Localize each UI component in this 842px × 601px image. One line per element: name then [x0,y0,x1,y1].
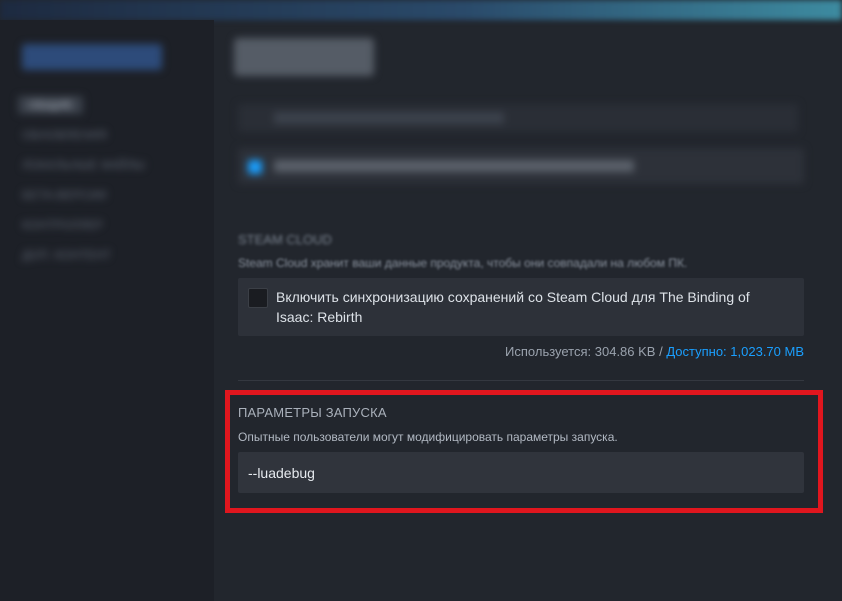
steam-cloud-title: STEAM CLOUD [238,232,332,247]
cloud-usage-info: Используется: 304.86 KB / Доступно: 1,02… [505,344,804,359]
sidebar-item-dlc[interactable]: ДОП. КОНТЕНТ [22,246,214,264]
sidebar: ОБЩИЕ ОБНОВЛЕНИЯ ЛОКАЛЬНЫЕ ФАЙЛЫ БЕТА-ВЕ… [0,20,214,601]
checkbox-checked-icon [248,160,262,174]
highlight-box [225,390,823,513]
game-logo [22,44,162,70]
sidebar-item-betas[interactable]: БЕТА-ВЕРСИИ [22,186,214,204]
window-top-gradient [0,0,842,20]
cloud-usage-available: Доступно: 1,023.70 MB [666,344,804,359]
settings-checkbox-label [274,160,634,172]
sidebar-item-controller[interactable]: КОНТРОЛЛЕР [22,216,214,234]
page-title [234,38,374,76]
steam-cloud-sync-option[interactable]: Включить синхронизацию сохранений со Ste… [238,278,804,336]
steam-cloud-checkbox-label: Включить синхронизацию сохранений со Ste… [276,289,750,325]
steam-cloud-checkbox[interactable] [248,288,268,308]
section-divider [238,380,804,381]
main-panel: STEAM CLOUD Steam Cloud хранит ваши данн… [214,20,842,601]
sidebar-item-general[interactable]: ОБЩИЕ [18,96,214,126]
steam-cloud-description: Steam Cloud хранит ваши данные продукта,… [238,256,688,270]
cloud-usage-used: Используется: 304.86 KB / [505,344,663,359]
settings-row-label [274,112,504,124]
sidebar-item-updates[interactable]: ОБНОВЛЕНИЯ [22,126,214,144]
sidebar-item-local-files[interactable]: ЛОКАЛЬНЫЕ ФАЙЛЫ [22,156,214,174]
